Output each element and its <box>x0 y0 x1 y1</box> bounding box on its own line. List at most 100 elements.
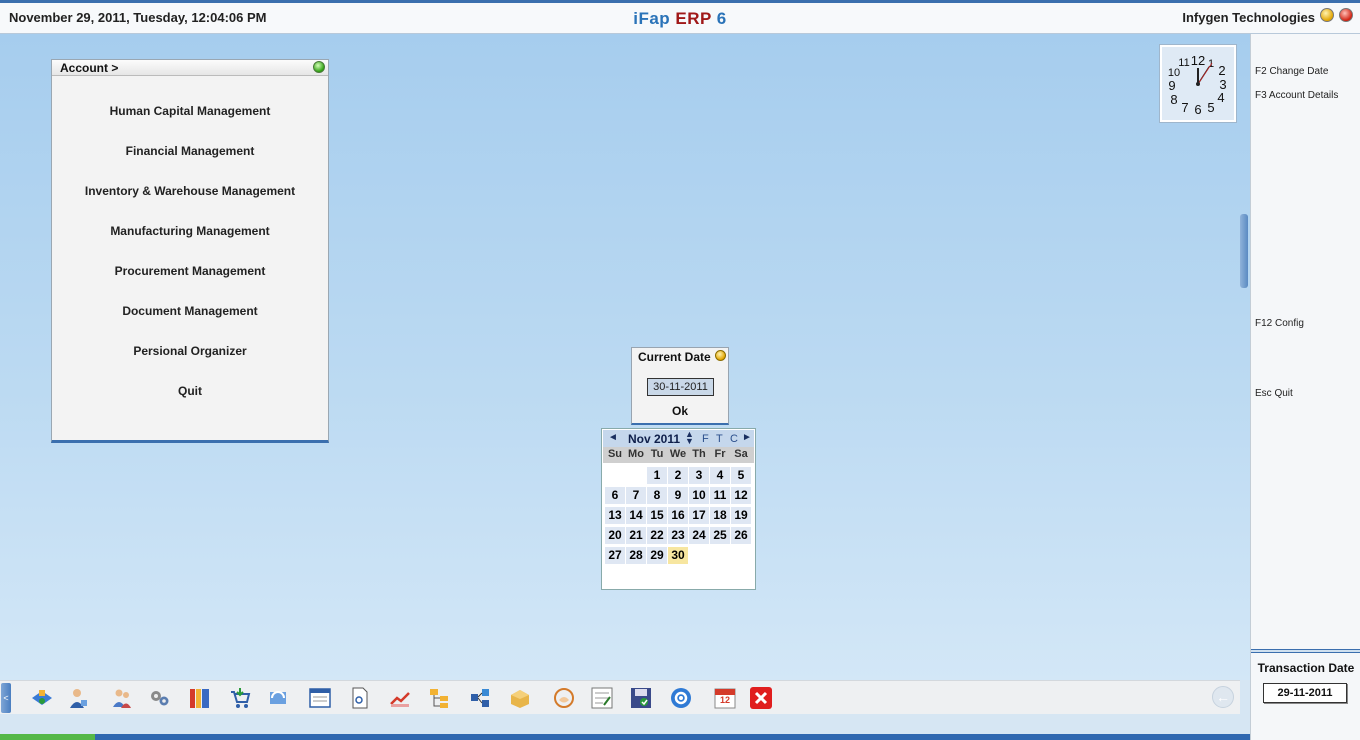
transaction-date-field[interactable]: 29-11-2011 <box>1263 683 1347 703</box>
menu-persional-organizer[interactable]: Persional Organizer <box>52 344 328 358</box>
svg-text:9: 9 <box>1168 78 1175 93</box>
menu-procurement[interactable]: Procurement Management <box>52 264 328 278</box>
transaction-date-label: Transaction Date <box>1257 661 1355 675</box>
checklist-icon[interactable] <box>590 686 614 710</box>
close-button[interactable] <box>1339 8 1353 22</box>
year-spinner-icon[interactable]: ▲ ▼ <box>685 430 694 446</box>
minimize-button[interactable] <box>1320 8 1334 22</box>
calendar-day[interactable]: 21 <box>626 527 646 544</box>
shortcut-config[interactable]: F12 Config <box>1255 318 1304 329</box>
calendar-day[interactable]: 17 <box>689 507 709 524</box>
calendar-day[interactable]: 28 <box>626 547 646 564</box>
menu-quit[interactable]: Quit <box>52 384 328 398</box>
gears-icon[interactable] <box>148 686 172 710</box>
weekday-th: Th <box>692 448 706 460</box>
weekday-row: Su Mo Tu We Th Fr Sa <box>603 447 754 463</box>
calendar-day[interactable]: 7 <box>626 487 646 504</box>
calendar-header: ◄ Nov 2011 ▲ ▼ F T C ► <box>603 430 754 447</box>
calendar-day[interactable]: 19 <box>731 507 751 524</box>
account-menu-panel: Account > Human Capital Management Finan… <box>51 59 329 443</box>
calendar-day[interactable]: 1 <box>647 467 667 484</box>
calendar-day[interactable]: 10 <box>689 487 709 504</box>
ok-button[interactable]: Ok <box>632 404 728 418</box>
calendar-day[interactable]: 5 <box>731 467 751 484</box>
calendar-option-c[interactable]: C <box>730 433 738 445</box>
menu-inventory-warehouse[interactable]: Inventory & Warehouse Management <box>52 184 328 198</box>
current-date-dialog: Current Date Ok <box>631 347 729 425</box>
calendar-day[interactable]: 29 <box>647 547 667 564</box>
hand-icon[interactable] <box>552 686 576 710</box>
calendar-day[interactable]: 6 <box>605 487 625 504</box>
shortcut-panel: F2 Change Date F3 Account Details F12 Co… <box>1250 34 1360 740</box>
calendar-option-f[interactable]: F <box>702 433 709 445</box>
shortcut-account-details[interactable]: F3 Account Details <box>1255 90 1338 101</box>
calendar-day[interactable]: 27 <box>605 547 625 564</box>
menu-document[interactable]: Document Management <box>52 304 328 318</box>
books-icon[interactable] <box>188 686 212 710</box>
svg-text:2: 2 <box>1218 63 1225 78</box>
clock-icon: 12 1 2 3 4 5 6 7 8 9 10 11 <box>1168 53 1227 117</box>
calendar-day[interactable]: 11 <box>710 487 730 504</box>
calendar-day[interactable]: 14 <box>626 507 646 524</box>
save-icon[interactable] <box>629 686 653 710</box>
calendar-day[interactable]: 9 <box>668 487 688 504</box>
window-icon[interactable] <box>308 686 332 710</box>
calendar-icon[interactable]: 12 <box>713 686 737 710</box>
calendar-day[interactable]: 2 <box>668 467 688 484</box>
calendar-day[interactable]: 30 <box>668 547 688 564</box>
calendar-day[interactable]: 26 <box>731 527 751 544</box>
panel-divider <box>1251 649 1360 653</box>
dialog-minimize-icon[interactable] <box>715 350 726 361</box>
company-name: Infygen Technologies <box>1182 10 1315 25</box>
status-dot-icon[interactable] <box>313 61 325 73</box>
tree-icon[interactable] <box>428 686 452 710</box>
svg-text:5: 5 <box>1207 100 1214 115</box>
calendar-day[interactable]: 18 <box>710 507 730 524</box>
side-panel-handle[interactable] <box>1240 214 1248 288</box>
box-icon[interactable] <box>508 686 532 710</box>
calendar-day[interactable]: 24 <box>689 527 709 544</box>
sync-icon[interactable] <box>266 686 290 710</box>
back-arrow-icon[interactable]: ← <box>1212 686 1234 708</box>
calendar-popup: ◄ Nov 2011 ▲ ▼ F T C ► Su Mo Tu We Th Fr Sa 123… <box>601 428 756 590</box>
current-date-input[interactable] <box>647 378 714 396</box>
user-icon[interactable] <box>66 686 90 710</box>
menu-human-capital[interactable]: Human Capital Management <box>52 104 328 118</box>
weekday-sa: Sa <box>734 448 748 460</box>
app-title-ifap: iFap <box>633 9 671 28</box>
calendar-option-t[interactable]: T <box>716 433 723 445</box>
menu-manufacturing[interactable]: Manufacturing Management <box>52 224 328 238</box>
settings-icon[interactable] <box>669 686 693 710</box>
chart-icon[interactable] <box>388 686 412 710</box>
weekday-fr: Fr <box>714 448 726 460</box>
shortcut-quit[interactable]: Esc Quit <box>1255 388 1293 399</box>
calendar-icon-label: 12 <box>719 695 730 705</box>
shortcut-change-date[interactable]: F2 Change Date <box>1255 66 1328 77</box>
people-icon[interactable] <box>110 686 134 710</box>
exit-icon[interactable] <box>749 686 773 710</box>
calendar-day[interactable]: 13 <box>605 507 625 524</box>
prev-month-icon[interactable]: ◄ <box>608 432 618 443</box>
calendar-day[interactable]: 20 <box>605 527 625 544</box>
calendar-day[interactable]: 12 <box>731 487 751 504</box>
calendar-day[interactable]: 25 <box>710 527 730 544</box>
calendar-day[interactable]: 15 <box>647 507 667 524</box>
menu-financial[interactable]: Financial Management <box>52 144 328 158</box>
calendar-day[interactable]: 4 <box>710 467 730 484</box>
weekday-mo: Mo <box>628 448 644 460</box>
svg-text:6: 6 <box>1194 102 1201 117</box>
network-icon[interactable] <box>30 686 54 710</box>
calendar-day[interactable]: 23 <box>668 527 688 544</box>
calendar-day[interactable]: 16 <box>668 507 688 524</box>
calendar-day[interactable]: 3 <box>689 467 709 484</box>
cart-icon[interactable] <box>228 686 252 710</box>
calendar-day[interactable]: 8 <box>647 487 667 504</box>
svg-text:4: 4 <box>1217 90 1224 105</box>
next-month-icon[interactable]: ► <box>742 432 752 443</box>
status-strip-accent <box>0 734 95 740</box>
calendar-day[interactable]: 22 <box>647 527 667 544</box>
status-strip <box>0 734 1250 740</box>
toolbar-scroll-left[interactable]: < <box>1 683 11 713</box>
flow-icon[interactable] <box>468 686 492 710</box>
document-icon[interactable] <box>348 686 372 710</box>
